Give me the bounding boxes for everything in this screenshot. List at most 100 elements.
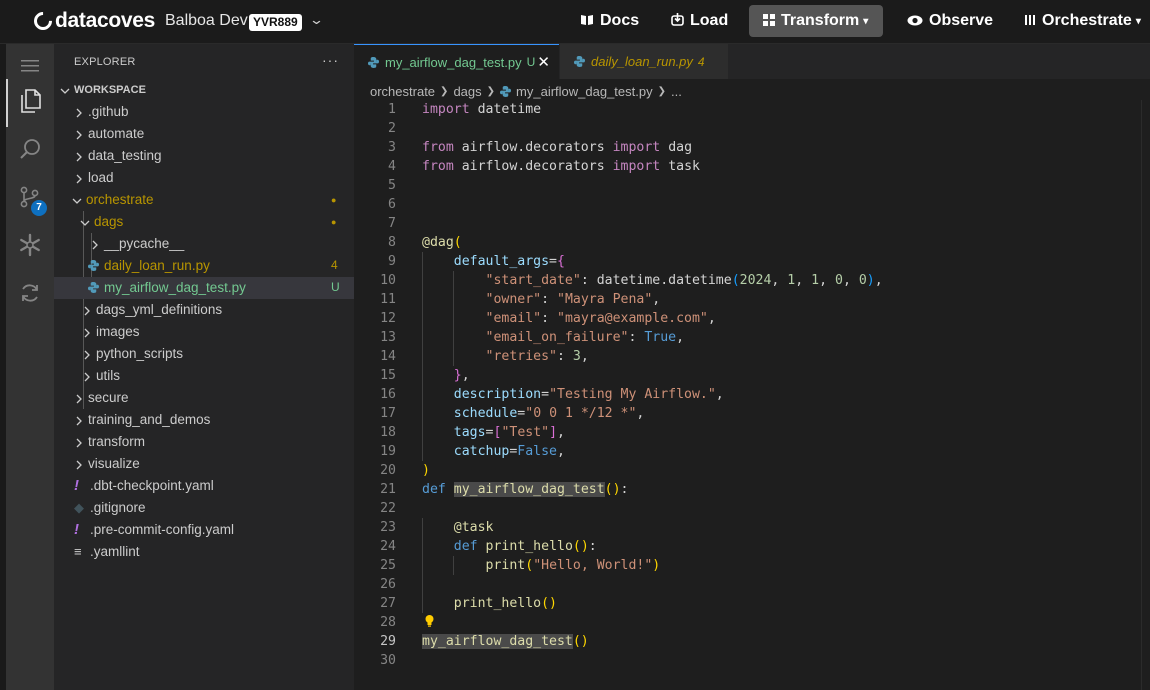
explorer-more-actions-button[interactable]: ···	[322, 52, 339, 68]
line-number: 30	[380, 653, 396, 668]
snowflake-activity-button[interactable]	[6, 223, 54, 271]
environment-chevron-down-icon[interactable]: ⌄	[309, 12, 324, 28]
tab-daily-loan-run[interactable]: daily_loan_run.py 4	[560, 44, 728, 79]
tree-file[interactable]: ! .pre-commit-config.yaml	[54, 519, 354, 541]
token: 0	[858, 273, 867, 288]
code-line: 29 my_airflow_dag_test()	[354, 632, 1150, 651]
tree-folder[interactable]: training_and_demos	[54, 409, 354, 431]
workspace-section-header[interactable]: WORKSPACE	[54, 79, 354, 101]
tree-folder[interactable]: load	[54, 167, 354, 189]
eye-icon	[907, 14, 923, 29]
explorer-sidebar: EXPLORER ··· WORKSPACE .github automate da…	[54, 44, 354, 690]
token: 1	[811, 273, 820, 288]
search-activity-button[interactable]	[6, 127, 54, 175]
token: schedule	[453, 406, 518, 421]
breadcrumb-item[interactable]: my_airflow_dag_test.py	[516, 84, 653, 99]
source-control-badge: 7	[31, 200, 47, 216]
tree-folder[interactable]: secure	[54, 387, 354, 409]
breadcrumb-item[interactable]: dags	[453, 84, 481, 99]
token: @task	[453, 520, 494, 535]
token: datetime	[477, 102, 542, 117]
token: dag	[668, 140, 693, 155]
tree-folder[interactable]: orchestrate ●	[54, 189, 354, 211]
tree-item-label: .github	[88, 104, 129, 119]
nav-transform-button[interactable]: Transform ▾	[749, 5, 883, 37]
token: def	[422, 482, 446, 497]
code-editor[interactable]: 1 import datetime 2 3 from airflow.decorat…	[354, 100, 1150, 690]
line-number: 27	[380, 596, 396, 611]
token: description	[453, 387, 542, 402]
tree-item-label: load	[88, 170, 114, 185]
grid-icon	[763, 13, 775, 29]
tree-file[interactable]: my_airflow_dag_test.py U	[54, 277, 354, 299]
tree-folder[interactable]: transform	[54, 431, 354, 453]
tree-file[interactable]: ◆ .gitignore	[54, 497, 354, 519]
tab-my-airflow-dag-test[interactable]: my_airflow_dag_test.py U ✕	[354, 44, 559, 79]
code-line: 18 tags=["Test"],	[354, 423, 1150, 442]
chevron-right-icon	[82, 304, 92, 319]
brand[interactable]: datacoves	[30, 8, 156, 34]
tree-folder[interactable]: data_testing	[54, 145, 354, 167]
token: def	[453, 539, 478, 554]
breadcrumb: orchestrate ❯ dags ❯ my_airflow_dag_test…	[370, 82, 682, 100]
tree-folder[interactable]: images	[54, 321, 354, 343]
breadcrumb-item[interactable]: ...	[671, 84, 682, 99]
chevron-right-icon: ❯	[486, 85, 496, 97]
brand-name: datacoves	[55, 9, 156, 32]
close-icon[interactable]: ✕	[537, 53, 550, 71]
line-number: 24	[380, 539, 396, 554]
code-line: 5	[354, 176, 1150, 195]
tree-folder[interactable]: __pycache__	[54, 233, 354, 255]
code-line: 23 @task	[354, 518, 1150, 537]
code-line: 8 @dag(	[354, 233, 1150, 252]
environment-name[interactable]: Balboa Dev	[165, 12, 248, 30]
token: default_args	[453, 254, 550, 269]
nav-orchestrate-button[interactable]: Orchestrate ▾	[1010, 5, 1150, 37]
code-line: 21 def my_airflow_dag_test():	[354, 480, 1150, 499]
code-line: 12 "email": "mayra@example.com",	[354, 309, 1150, 328]
line-number: 13	[380, 330, 396, 345]
refresh-icon	[19, 282, 41, 309]
nav-load-button[interactable]: Load	[657, 5, 742, 37]
line-number: 18	[380, 425, 396, 440]
tree-item-label: transform	[88, 434, 146, 449]
chevron-down-icon: ▾	[863, 15, 869, 27]
nav-observe-button[interactable]: Observe	[893, 5, 1007, 37]
tree-folder[interactable]: utils	[54, 365, 354, 387]
breadcrumb-item[interactable]: orchestrate	[370, 84, 435, 99]
chevron-right-icon	[90, 238, 100, 253]
code-line: 25 print("Hello, World!")	[354, 556, 1150, 575]
code-line: 24 def print_hello():	[354, 537, 1150, 556]
tree-folder[interactable]: .github	[54, 101, 354, 123]
code-line: 4 from airflow.decorators import task	[354, 157, 1150, 176]
token: True	[644, 330, 677, 345]
token: "email"	[485, 311, 542, 326]
token: "Test"	[501, 425, 550, 440]
token: import	[422, 102, 470, 117]
lightbulb-icon[interactable]	[425, 615, 434, 627]
tree-folder[interactable]: dags_yml_definitions	[54, 299, 354, 321]
tree-file[interactable]: daily_loan_run.py 4	[54, 255, 354, 277]
explorer-activity-button[interactable]	[6, 79, 54, 127]
source-control-activity-button[interactable]: 7	[6, 175, 54, 223]
tree-folder[interactable]: dags ●	[54, 211, 354, 233]
editor-overview-ruler[interactable]	[1141, 100, 1150, 690]
tree-item-label: utils	[96, 368, 121, 383]
code-line: 17 schedule="0 0 1 */12 *",	[354, 404, 1150, 423]
nav-docs-button[interactable]: Docs	[566, 5, 653, 37]
token: my_airflow_dag_test	[422, 634, 573, 649]
refresh-activity-button[interactable]	[6, 271, 54, 319]
tree-folder[interactable]: python_scripts	[54, 343, 354, 365]
tree-folder[interactable]: visualize	[54, 453, 354, 475]
chevron-right-icon	[74, 150, 84, 165]
python-file-icon	[500, 85, 512, 97]
tree-file[interactable]: ! .dbt-checkpoint.yaml	[54, 475, 354, 497]
snowflake-icon	[18, 233, 42, 262]
code-line: 13 "email_on_failure": True,	[354, 328, 1150, 347]
tree-folder[interactable]: automate	[54, 123, 354, 145]
chevron-right-icon: ❯	[440, 85, 449, 97]
code-line: 16 description="Testing My Airflow.",	[354, 385, 1150, 404]
token: "owner"	[485, 292, 542, 307]
yaml-file-icon: !	[74, 521, 79, 538]
tree-file[interactable]: ≡ .yamllint	[54, 541, 354, 563]
